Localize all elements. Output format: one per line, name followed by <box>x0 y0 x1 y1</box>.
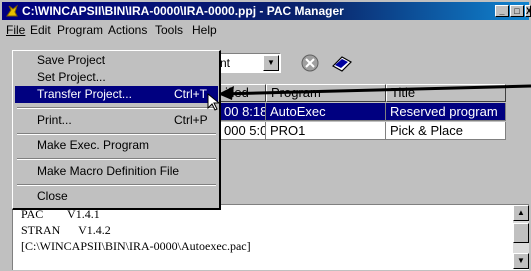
callout-arrow <box>218 84 531 100</box>
menu-item-save-project[interactable]: Save Project <box>15 52 218 69</box>
menu-help[interactable]: Help <box>192 23 217 37</box>
log-line: [C:\WINCAPSII\BIN\IRA-0000\Autoexec.pac] <box>21 239 251 253</box>
menu-tools[interactable]: Tools <box>155 23 183 37</box>
title-bar[interactable]: C:\WINCAPSII\BIN\IRA-0000\IRA-0000.ppj -… <box>2 2 531 20</box>
program-combo[interactable]: nt ▼ <box>217 53 281 73</box>
cell-program: PRO1 <box>266 122 386 140</box>
stop-icon[interactable] <box>298 52 322 74</box>
cell-modified: 000 5:04 <box>220 122 266 140</box>
combo-value: nt <box>220 56 231 70</box>
close-window-button[interactable]: X <box>525 5 531 17</box>
menu-edit[interactable]: Edit <box>30 23 51 37</box>
menu-item-make-macro[interactable]: Make Macro Definition File <box>15 163 218 180</box>
pac-manager-window: C:\WINCAPSII\BIN\IRA-0000\IRA-0000.ppj -… <box>0 0 531 271</box>
menu-separator <box>17 107 216 109</box>
scroll-up-button[interactable]: ▲ <box>513 205 529 221</box>
app-icon <box>6 4 18 17</box>
menu-separator <box>17 133 216 135</box>
output-log: PAC V1.4.1 STRAN V1.4.2 [C:\WINCAPSII\BI… <box>12 204 529 270</box>
mouse-cursor-icon <box>207 93 221 111</box>
menu-separator <box>17 158 216 160</box>
minimize-button[interactable]: _ <box>495 5 509 17</box>
menu-actions[interactable]: Actions <box>108 23 147 37</box>
cell-title: Pick & Place <box>386 122 506 140</box>
log-scrollbar[interactable]: ▲ ▼ <box>513 205 529 269</box>
menu-file[interactable]: File <box>6 23 26 37</box>
scroll-down-button[interactable]: ▼ <box>513 253 529 269</box>
menu-program[interactable]: Program <box>57 23 103 37</box>
scroll-thumb[interactable] <box>513 223 529 243</box>
log-line: STRAN V1.4.2 <box>21 223 111 237</box>
menu-item-set-project[interactable]: Set Project... <box>15 69 218 86</box>
menu-separator <box>17 184 216 186</box>
chevron-down-icon[interactable]: ▼ <box>263 55 279 71</box>
maximize-button[interactable]: □ <box>510 5 524 17</box>
eraser-icon[interactable] <box>330 52 354 74</box>
menu-item-make-exec-program[interactable]: Make Exec. Program <box>15 137 218 154</box>
menu-item-close[interactable]: Close <box>15 188 218 205</box>
menu-item-print[interactable]: Print... Ctrl+P <box>15 112 218 129</box>
window-title: C:\WINCAPSII\BIN\IRA-0000\IRA-0000.ppj -… <box>22 4 344 18</box>
menu-bar: File Edit Program Actions Tools Help <box>2 21 529 39</box>
menu-item-transfer-project[interactable]: Transfer Project... Ctrl+T <box>15 86 218 103</box>
file-menu-dropdown: Save Project Set Project... Transfer Pro… <box>12 50 221 210</box>
